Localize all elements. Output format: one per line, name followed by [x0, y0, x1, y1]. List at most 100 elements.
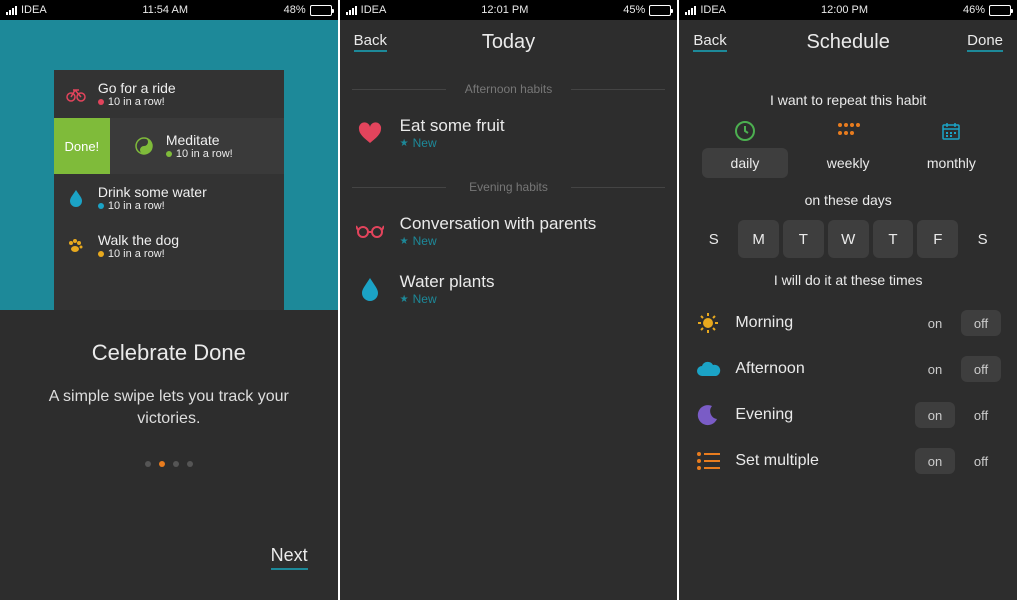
habit-item[interactable]: Conversation with parents ★New	[340, 202, 678, 260]
day-thu[interactable]: T	[873, 220, 914, 258]
clock-icon	[734, 120, 756, 142]
habit-streak: 10 in a row!	[108, 96, 165, 108]
drop-icon	[356, 277, 384, 301]
freq-label: weekly	[805, 148, 891, 178]
days-label: on these days	[693, 192, 1003, 208]
battery-pct: 45%	[623, 4, 645, 16]
time-label: Evening	[735, 406, 901, 424]
week-dots-icon	[836, 120, 860, 142]
glasses-icon	[356, 224, 384, 238]
freq-weekly[interactable]: weekly	[805, 120, 891, 178]
yinyang-icon	[134, 137, 154, 155]
habit-card-preview: Go for a ride 10 in a row! Done! Meditat…	[0, 20, 338, 310]
freq-daily[interactable]: daily	[702, 120, 788, 178]
carrier-label: IDEA	[21, 4, 47, 16]
onboarding-heading: Celebrate Done	[30, 340, 308, 366]
nav-bar: Back Schedule Done	[679, 20, 1017, 64]
clock: 12:01 PM	[481, 4, 528, 16]
time-morning: Morning onoff	[693, 300, 1003, 346]
section-afternoon: Afternoon habits	[340, 82, 678, 96]
section-evening: Evening habits	[340, 180, 678, 194]
toggle-off[interactable]: off	[961, 356, 1001, 382]
day-tue[interactable]: T	[783, 220, 824, 258]
habit-streak: 10 in a row!	[176, 148, 233, 160]
habit-title: Go for a ride	[98, 80, 176, 96]
battery-icon	[310, 5, 332, 16]
toggle-off[interactable]: off	[961, 448, 1001, 474]
calendar-icon	[941, 120, 961, 142]
carrier-label: IDEA	[361, 4, 387, 16]
toggle-off[interactable]: off	[961, 310, 1001, 336]
status-bar: IDEA 12:00 PM 46%	[679, 0, 1017, 20]
day-picker: S M T W T F S	[693, 220, 1003, 258]
back-button[interactable]: Back	[693, 32, 726, 52]
toggle-on[interactable]: on	[915, 402, 955, 428]
freq-monthly[interactable]: monthly	[908, 120, 994, 178]
signal-icon	[346, 6, 357, 15]
habit-item[interactable]: Eat some fruit ★New	[340, 104, 678, 162]
time-label: Set multiple	[735, 452, 901, 470]
nav-bar: Back Today	[340, 20, 678, 64]
habit-badge: New	[413, 234, 437, 248]
habit-title: Walk the dog	[98, 232, 179, 248]
toggle-on[interactable]: on	[915, 310, 955, 336]
done-badge: Done!	[54, 118, 110, 174]
paw-icon	[66, 237, 86, 255]
signal-icon	[685, 6, 696, 15]
habit-row-done[interactable]: Done! Meditate 10 in a row!	[54, 118, 284, 174]
habit-item[interactable]: Water plants ★New	[340, 260, 678, 318]
onboarding-body: A simple swipe lets you track your victo…	[30, 386, 308, 431]
freq-label: monthly	[908, 148, 994, 178]
page-dots	[30, 461, 308, 467]
time-multiple: Set multiple onoff	[693, 438, 1003, 484]
onboarding-screen: IDEA 11:54 AM 48% Go for a ride 10 in a …	[0, 0, 338, 600]
time-evening: Evening onoff	[693, 392, 1003, 438]
habit-badge: New	[413, 136, 437, 150]
signal-icon	[6, 6, 17, 15]
toggle-on[interactable]: on	[915, 356, 955, 382]
battery-icon	[989, 5, 1011, 16]
habit-streak: 10 in a row!	[108, 248, 165, 260]
toggle-off[interactable]: off	[961, 402, 1001, 428]
today-screen: IDEA 12:01 PM 45% Back Today Afternoon h…	[340, 0, 678, 600]
battery-pct: 46%	[963, 4, 985, 16]
day-wed[interactable]: W	[828, 220, 869, 258]
day-sat[interactable]: S	[962, 220, 1003, 258]
carrier-label: IDEA	[700, 4, 726, 16]
next-button[interactable]: Next	[271, 545, 308, 570]
drop-icon	[66, 189, 86, 207]
habit-title: Drink some water	[98, 184, 207, 200]
clock: 11:54 AM	[142, 4, 188, 16]
habit-title: Eat some fruit	[400, 116, 505, 136]
freq-label: daily	[702, 148, 788, 178]
day-fri[interactable]: F	[917, 220, 958, 258]
toggle-on[interactable]: on	[915, 448, 955, 474]
bike-icon	[66, 86, 86, 102]
clock: 12:00 PM	[821, 4, 868, 16]
habit-streak: 10 in a row!	[108, 200, 165, 212]
repeat-label: I want to repeat this habit	[693, 92, 1003, 108]
done-button[interactable]: Done	[967, 32, 1003, 52]
day-sun[interactable]: S	[693, 220, 734, 258]
battery-pct: 48%	[284, 4, 306, 16]
list-icon	[695, 451, 721, 471]
time-label: Afternoon	[735, 360, 901, 378]
heart-icon	[356, 122, 384, 144]
battery-icon	[649, 5, 671, 16]
habit-row[interactable]: Drink some water 10 in a row!	[54, 174, 284, 222]
habit-row[interactable]: Go for a ride 10 in a row!	[54, 70, 284, 118]
habit-title: Water plants	[400, 272, 495, 292]
status-bar: IDEA 12:01 PM 45%	[340, 0, 678, 20]
moon-icon	[695, 404, 721, 426]
sun-icon	[695, 311, 721, 335]
habit-title: Conversation with parents	[400, 214, 597, 234]
habit-row[interactable]: Walk the dog 10 in a row!	[54, 222, 284, 270]
status-bar: IDEA 11:54 AM 48%	[0, 0, 338, 20]
habit-badge: New	[413, 292, 437, 306]
back-button[interactable]: Back	[354, 32, 387, 52]
time-label: Morning	[735, 314, 901, 332]
time-afternoon: Afternoon onoff	[693, 346, 1003, 392]
schedule-screen: IDEA 12:00 PM 46% Back Schedule Done I w…	[679, 0, 1017, 600]
day-mon[interactable]: M	[738, 220, 779, 258]
page-title: Today	[340, 31, 678, 54]
